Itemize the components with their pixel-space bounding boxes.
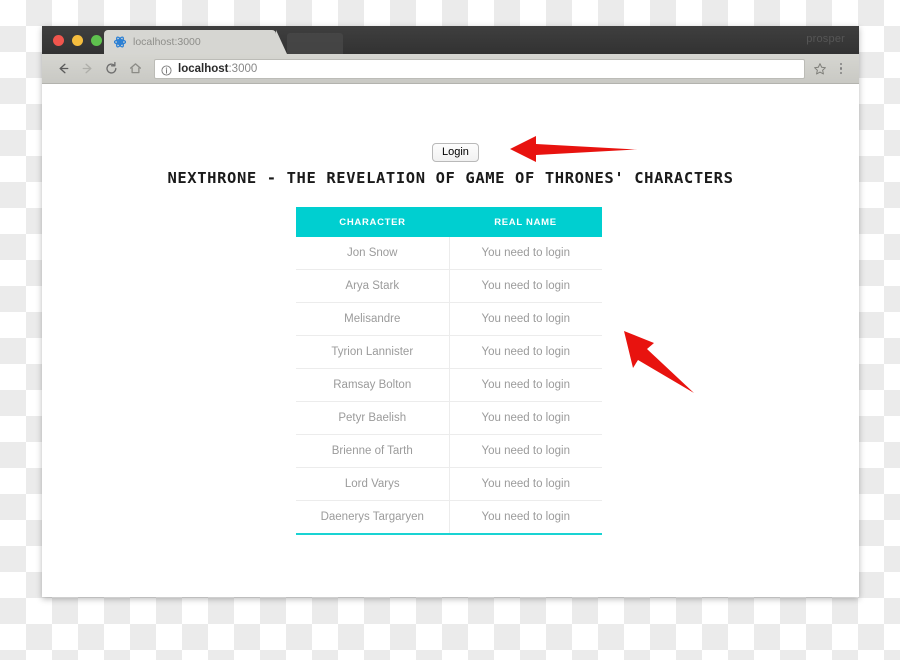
real-name-cell: You need to login <box>448 269 602 303</box>
character-cell: Brienne of Tarth <box>296 434 450 468</box>
browser-window: localhost:3000 prosper localhost:3000 Lo… <box>42 26 859 597</box>
address-bar-host: localhost <box>178 62 229 75</box>
table-row: Arya Stark You need to login <box>296 269 602 303</box>
character-cell: Ramsay Bolton <box>296 368 450 402</box>
table-row: Lord Varys You need to login <box>296 467 602 501</box>
new-tab-button[interactable] <box>287 33 343 54</box>
real-name-cell: You need to login <box>448 335 602 369</box>
address-bar-text: localhost:3000 <box>178 63 257 75</box>
real-name-cell: You need to login <box>448 467 602 501</box>
table-row: Jon Snow You need to login <box>296 237 602 270</box>
characters-table-body: Jon Snow You need to login Arya Stark You n… <box>296 237 602 535</box>
real-name-cell: You need to login <box>448 302 602 336</box>
menu-dot <box>839 71 843 75</box>
column-header-character[interactable]: CHARACTER <box>296 207 449 237</box>
table-row: Brienne of Tarth You need to login <box>296 434 602 468</box>
browser-tab-localhost[interactable]: localhost:3000 <box>104 30 287 54</box>
annotation-arrow-login <box>510 136 637 162</box>
reload-icon[interactable] <box>100 58 122 80</box>
menu-dot <box>839 67 843 70</box>
character-cell: Daenerys Targaryen <box>296 500 450 535</box>
page-viewport: Login NEXTHRONE - THE REVELATION OF GAME… <box>42 84 859 595</box>
tabstrip-watermark: prosper <box>806 33 845 45</box>
character-cell: Lord Varys <box>296 467 450 501</box>
page-title: NEXTHRONE - THE REVELATION OF GAME OF TH… <box>167 169 734 187</box>
address-bar-port: :3000 <box>228 62 258 75</box>
real-name-cell: You need to login <box>448 368 602 402</box>
table-row: Tyrion Lannister You need to login <box>296 335 602 369</box>
login-button[interactable]: Login <box>432 143 479 162</box>
close-window-button[interactable] <box>53 35 64 46</box>
browser-menu-icon[interactable] <box>833 61 849 77</box>
address-bar[interactable]: localhost:3000 <box>154 58 805 79</box>
characters-table: CHARACTER REAL NAME Jon Snow You need to … <box>296 207 602 535</box>
table-row: Melisandre You need to login <box>296 302 602 336</box>
info-circle-icon[interactable] <box>161 63 172 76</box>
bookmark-star-icon[interactable] <box>813 62 827 76</box>
back-icon[interactable] <box>52 58 74 80</box>
forward-icon[interactable] <box>76 58 98 80</box>
browser-tabstrip: localhost:3000 prosper <box>42 26 859 54</box>
minimize-window-button[interactable] <box>72 35 83 46</box>
browser-toolbar: localhost:3000 <box>42 54 859 84</box>
table-row: Daenerys Targaryen You need to login <box>296 500 602 535</box>
table-row: Ramsay Bolton You need to login <box>296 368 602 402</box>
table-row: Petyr Baelish You need to login <box>296 401 602 435</box>
home-icon[interactable] <box>124 58 146 80</box>
real-name-cell: You need to login <box>448 500 602 535</box>
character-cell: Petyr Baelish <box>296 401 450 435</box>
character-cell: Arya Stark <box>296 269 450 303</box>
characters-table-head: CHARACTER REAL NAME <box>296 207 602 237</box>
react-logo-icon <box>114 36 126 48</box>
character-cell: Tyrion Lannister <box>296 335 450 369</box>
real-name-cell: You need to login <box>448 237 602 270</box>
real-name-cell: You need to login <box>448 401 602 435</box>
browser-tab-title: localhost:3000 <box>133 36 201 48</box>
table-header-row: CHARACTER REAL NAME <box>296 207 602 237</box>
traffic-light-controls <box>53 35 102 46</box>
maximize-window-button[interactable] <box>91 35 102 46</box>
menu-dot <box>839 62 843 66</box>
character-cell: Jon Snow <box>296 237 450 270</box>
real-name-cell: You need to login <box>448 434 602 468</box>
character-cell: Melisandre <box>296 302 450 336</box>
column-header-real-name[interactable]: REAL NAME <box>449 207 602 237</box>
